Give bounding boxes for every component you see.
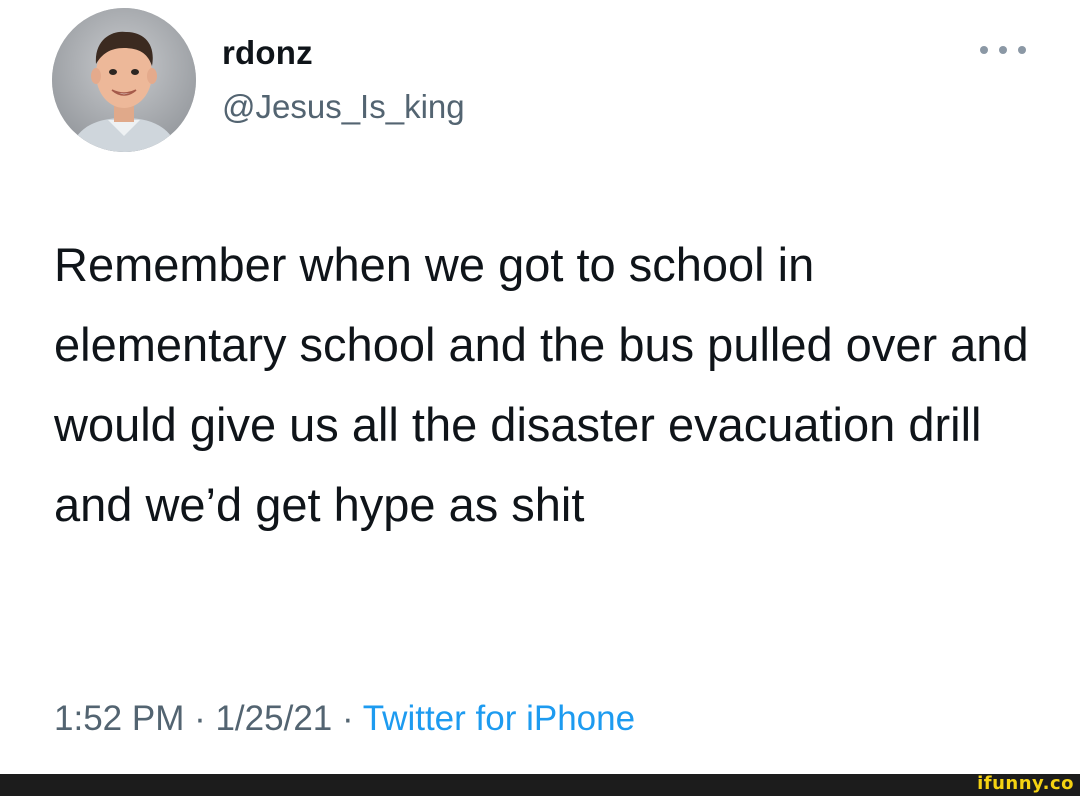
tweet-metadata: 1:52 PM · 1/25/21 · Twitter for iPhone [54, 699, 635, 739]
tweet-time[interactable]: 1:52 PM [54, 699, 184, 738]
tweet-date[interactable]: 1/25/21 [215, 699, 332, 738]
user-handle[interactable]: @Jesus_Is_king [222, 88, 465, 126]
dot [980, 46, 988, 54]
profile-photo-image [52, 8, 196, 152]
tweet-source-link[interactable]: Twitter for iPhone [363, 699, 635, 738]
watermark-bar: ifunny.co [0, 773, 1080, 796]
dot [999, 46, 1007, 54]
display-name[interactable]: rdonz [222, 34, 313, 72]
ifunny-watermark: ifunny.co [977, 773, 1074, 794]
meta-separator: · [184, 699, 216, 738]
tweet-card: rdonz @Jesus_Is_king Remember when we go… [0, 0, 1080, 774]
meta-separator: · [332, 699, 363, 738]
dot [1018, 46, 1026, 54]
more-options-icon[interactable] [980, 38, 1026, 62]
avatar[interactable] [52, 8, 196, 152]
tweet-text: Remember when we got to school in elemen… [54, 238, 1029, 531]
